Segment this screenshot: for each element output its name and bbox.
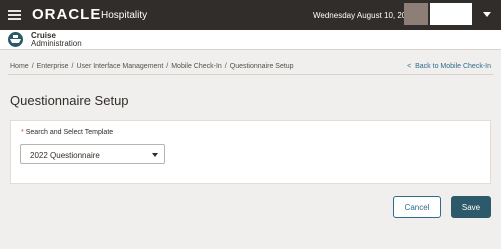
chevron-left-icon: <: [407, 63, 412, 70]
breadcrumb-ui-management[interactable]: User Interface Management: [77, 63, 164, 70]
template-label-text: Search and Select Template: [25, 129, 114, 136]
top-bar: ORACLE Hospitality Wednesday August 10, …: [0, 0, 501, 30]
required-marker: *: [21, 129, 24, 136]
ship-icon: [8, 32, 23, 47]
breadcrumb-separator: /: [224, 63, 227, 70]
current-date: Wednesday August 10, 2022: [313, 11, 416, 20]
app-subtitle: Administration: [31, 39, 82, 48]
logo-subtitle: Hospitality: [101, 10, 148, 21]
back-link-label: Back to Mobile Check-In: [415, 63, 491, 70]
breadcrumb-home[interactable]: Home: [10, 63, 29, 70]
page-title: Questionnaire Setup: [10, 93, 129, 108]
user-menu-chevron-down-icon[interactable]: [483, 12, 491, 17]
save-button[interactable]: Save: [451, 196, 491, 218]
template-card: * Search and Select Template 2022 Questio…: [10, 120, 491, 184]
template-select[interactable]: 2022 Questionnaire: [20, 144, 165, 164]
breadcrumb-enterprise[interactable]: Enterprise: [37, 63, 69, 70]
template-select-value: 2022 Questionnaire: [30, 151, 100, 160]
breadcrumb-separator: /: [166, 63, 169, 70]
template-field-label: * Search and Select Template: [21, 129, 113, 136]
chevron-down-icon: [152, 153, 158, 157]
back-to-mobile-check-in-link[interactable]: < Back to Mobile Check-In: [407, 63, 491, 70]
user-avatar[interactable]: [404, 3, 428, 25]
breadcrumb-separator: /: [71, 63, 74, 70]
divider: [8, 74, 493, 75]
breadcrumb-current: Questionnaire Setup: [229, 63, 294, 70]
menu-icon[interactable]: [8, 10, 21, 20]
oracle-logo: ORACLE: [32, 6, 102, 23]
cancel-button[interactable]: Cancel: [393, 196, 441, 218]
app-bar: Cruise Administration: [0, 30, 501, 50]
breadcrumb-separator: /: [31, 63, 34, 70]
breadcrumb-mobile-check-in[interactable]: Mobile Check-In: [171, 63, 222, 70]
breadcrumb: Home / Enterprise / User Interface Managemen…: [10, 63, 294, 70]
user-name-box[interactable]: [430, 3, 472, 25]
